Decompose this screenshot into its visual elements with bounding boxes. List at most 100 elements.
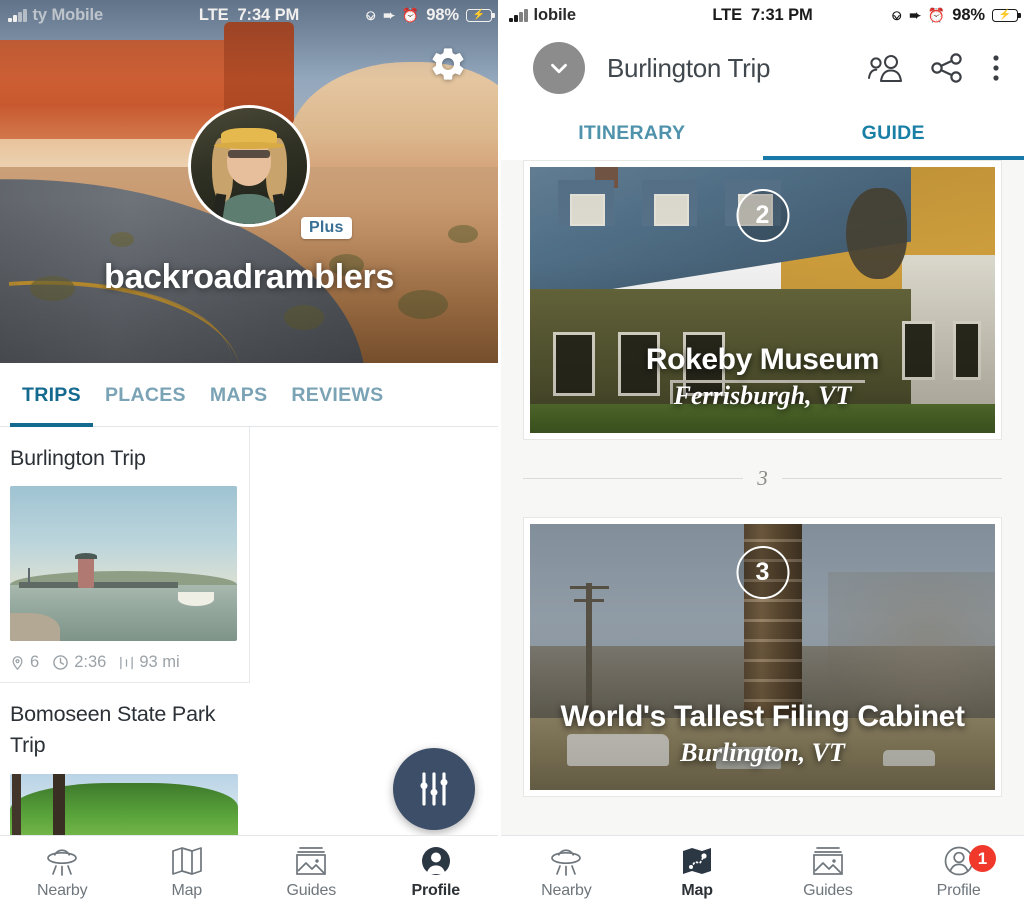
chevron-down-icon — [551, 63, 567, 74]
clock-icon — [53, 655, 68, 670]
nav-label: Guides — [803, 882, 853, 899]
distance-value: 93 mi — [139, 653, 180, 672]
nav-profile[interactable]: 1 Profile — [893, 836, 1024, 909]
status-center: LTE 7:34 PM — [199, 6, 299, 25]
right-bottom-nav: Nearby Map Guides 1 Profile — [501, 835, 1024, 909]
trip-title: Burlington Trip — [10, 446, 146, 470]
place-card-filing-cabinet[interactable]: 3 World's Tallest Filing Cabinet Burling… — [523, 517, 1002, 797]
filter-fab-button[interactable] — [393, 748, 475, 830]
divider-line-right — [781, 478, 1002, 479]
profile-tabbar: TRIPS PLACES MAPS REVIEWS — [0, 363, 498, 427]
gear-icon — [432, 48, 464, 80]
rotation-lock-icon: ⎉ — [891, 7, 903, 23]
avatar[interactable] — [188, 105, 310, 227]
nav-label: Guides — [286, 882, 337, 899]
nav-label: Profile — [936, 882, 981, 899]
left-phone-screen: ty Mobile LTE 7:34 PM ⎉ ➨ ⏰ 98% ⚡ Plus b… — [0, 0, 501, 909]
trip-tabbar: ITINERARY GUIDE — [501, 106, 1024, 160]
place-caption: World's Tallest Filing Cabinet Burlingto… — [530, 700, 995, 769]
nav-label: Nearby — [37, 882, 88, 899]
step-number: 3 — [757, 466, 768, 490]
tab-guide[interactable]: GUIDE — [762, 106, 1024, 160]
nav-guides[interactable]: Guides — [249, 836, 374, 909]
trip-card-burlington[interactable]: Burlington Trip 6 2:36 93 mi — [0, 427, 250, 684]
status-right: ⎉ ➨ ⏰ 98% ⚡ — [365, 5, 495, 25]
nav-label: Map — [171, 882, 203, 899]
tab-reviews[interactable]: REVIEWS — [279, 363, 395, 427]
right-phone-screen: lobile LTE 7:31 PM ⎉ ➨ ⏰ 98% ⚡ Burlingto… — [501, 0, 1024, 909]
trip-title: Bomoseen State Park Trip — [10, 702, 216, 758]
distance-icon — [120, 656, 134, 669]
nav-label: Map — [681, 882, 713, 899]
battery-icon: ⚡ — [466, 8, 495, 22]
nav-guides[interactable]: Guides — [763, 836, 894, 909]
header-actions — [866, 53, 1002, 83]
settings-button[interactable] — [428, 44, 468, 84]
carrier-group: lobile — [501, 6, 576, 25]
place-number: 2 — [736, 189, 789, 242]
clock: 7:34 PM — [237, 5, 300, 24]
battery-percent: 98% — [952, 5, 985, 24]
location-arrow-icon: ➨ — [909, 7, 921, 23]
nav-nearby[interactable]: Nearby — [0, 836, 125, 909]
share-icon[interactable] — [930, 53, 964, 83]
page-title: Burlington Trip — [607, 52, 771, 83]
place-card-rokeby-museum[interactable]: 2 Rokeby Museum Ferrisburgh, VT — [523, 160, 1002, 440]
nav-map[interactable]: Map — [125, 836, 250, 909]
step-divider: 3 — [523, 466, 1002, 491]
stat-places: 6 — [10, 653, 39, 672]
nav-label: Profile — [411, 882, 461, 899]
stat-distance: 93 mi — [119, 653, 180, 672]
network-type: LTE — [712, 5, 742, 24]
map-icon — [683, 848, 712, 874]
people-icon[interactable] — [866, 53, 904, 83]
person-icon — [421, 847, 450, 875]
nav-label: Nearby — [541, 882, 592, 899]
nav-map[interactable]: Map — [632, 836, 763, 909]
right-status-bar: lobile LTE 7:31 PM ⎉ ➨ ⏰ 98% ⚡ — [501, 0, 1024, 30]
trip-thumbnail-harbor — [10, 486, 237, 642]
signal-bars-icon — [8, 8, 27, 22]
ufo-icon — [551, 849, 582, 876]
carrier-name: lobile — [533, 5, 577, 24]
place-number: 3 — [736, 546, 789, 599]
overflow-menu-icon[interactable] — [990, 53, 1002, 83]
carrier-group: ty Mobile — [0, 6, 103, 25]
nav-profile[interactable]: Profile — [374, 836, 499, 909]
status-right: ⎉ ➨ ⏰ 98% ⚡ — [891, 5, 1021, 25]
trip-header: Burlington Trip — [501, 30, 1024, 106]
photos-icon — [813, 847, 843, 875]
stat-duration: 2:36 — [52, 653, 106, 672]
place-photo-filing-cabinet: 3 World's Tallest Filing Cabinet Burling… — [530, 524, 995, 790]
battery-percent: 98% — [426, 5, 459, 24]
network-type: LTE — [198, 5, 229, 24]
location-arrow-icon: ➨ — [383, 7, 395, 23]
clock: 7:31 PM — [750, 5, 813, 24]
battery-icon: ⚡ — [992, 8, 1021, 22]
place-location: Burlington, VT — [680, 738, 845, 767]
map-icon — [171, 847, 202, 875]
profile-notification-badge: 1 — [969, 845, 996, 872]
collapse-button[interactable] — [533, 42, 585, 94]
places-count: 6 — [30, 653, 40, 672]
divider-line-left — [523, 478, 744, 479]
place-name: World's Tallest Filing Cabinet — [560, 699, 965, 733]
ufo-icon — [47, 849, 78, 876]
guide-content[interactable]: 2 Rokeby Museum Ferrisburgh, VT 3 3 Worl… — [501, 160, 1024, 835]
left-status-bar: ty Mobile LTE 7:34 PM ⎉ ➨ ⏰ 98% ⚡ — [0, 0, 498, 30]
rotation-lock-icon: ⎉ — [365, 7, 377, 23]
left-bottom-nav: Nearby Map Guides Profile — [0, 835, 498, 909]
nav-nearby[interactable]: Nearby — [501, 836, 632, 909]
profile-hero-banner: Plus backroadramblers — [0, 0, 498, 363]
place-caption: Rokeby Museum Ferrisburgh, VT — [530, 343, 995, 412]
tab-maps[interactable]: MAPS — [198, 363, 280, 427]
alarm-icon: ⏰ — [401, 7, 420, 23]
tab-places[interactable]: PLACES — [93, 363, 198, 427]
signal-bars-icon — [509, 8, 528, 22]
tab-trips[interactable]: TRIPS — [10, 363, 93, 427]
tab-itinerary[interactable]: ITINERARY — [501, 106, 763, 160]
profile-username: backroadramblers — [103, 258, 394, 296]
place-photo-museum: 2 Rokeby Museum Ferrisburgh, VT — [530, 167, 995, 433]
carrier-name: ty Mobile — [32, 5, 104, 24]
duration-value: 2:36 — [74, 653, 107, 672]
